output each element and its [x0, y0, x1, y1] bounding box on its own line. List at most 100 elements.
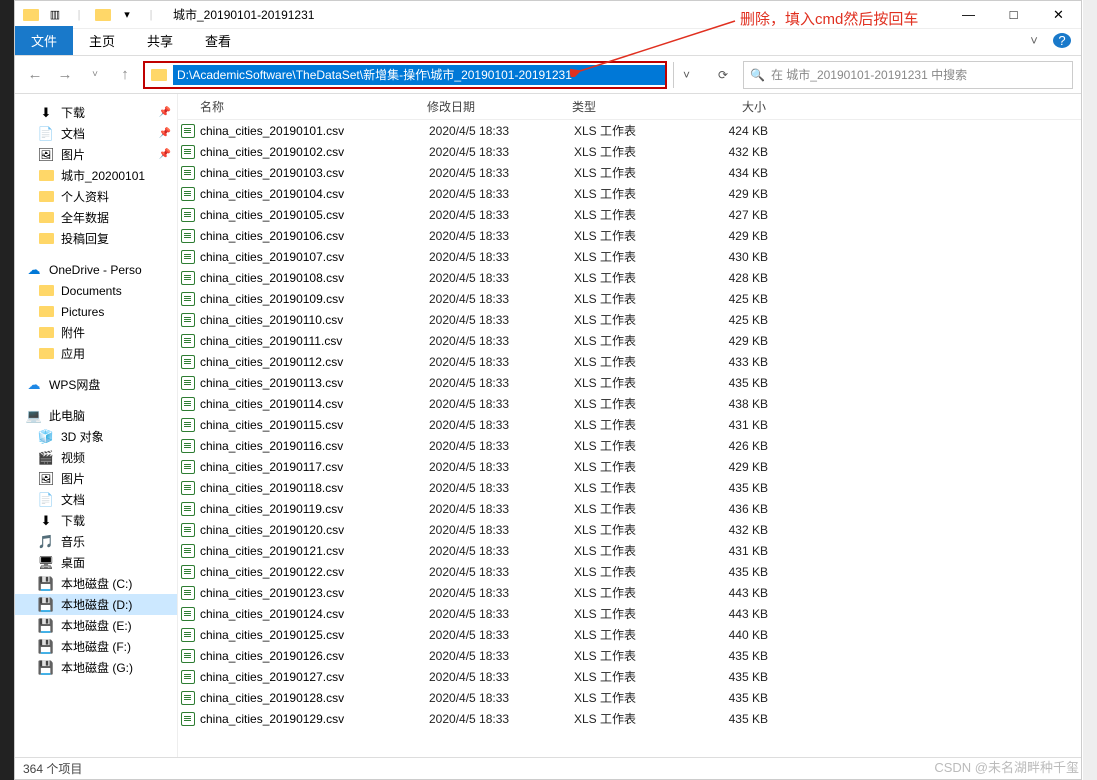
- header-date[interactable]: 修改日期: [427, 98, 572, 115]
- sidebar-item[interactable]: 个人资料: [15, 186, 177, 207]
- file-row[interactable]: china_cities_20190122.csv2020/4/5 18:33X…: [178, 561, 1081, 582]
- maximize-button[interactable]: □: [991, 1, 1036, 29]
- file-row[interactable]: china_cities_20190127.csv2020/4/5 18:33X…: [178, 666, 1081, 687]
- file-date: 2020/4/5 18:33: [429, 586, 574, 600]
- sidebar-item[interactable]: ⬇下载📌: [15, 102, 177, 123]
- search-box[interactable]: 🔍 在 城市_20190101-20191231 中搜索: [743, 61, 1073, 89]
- file-type: XLS 工作表: [574, 311, 692, 328]
- tab-view[interactable]: 查看: [189, 26, 247, 55]
- file-name: china_cities_20190104.csv: [200, 187, 429, 201]
- qat-save-icon[interactable]: ▥: [45, 5, 65, 25]
- qat-divider: |: [69, 5, 89, 25]
- onedrive-node[interactable]: ☁ OneDrive - Perso: [15, 259, 177, 280]
- sidebar-item[interactable]: 🎵音乐: [15, 531, 177, 552]
- file-row[interactable]: china_cities_20190111.csv2020/4/5 18:33X…: [178, 330, 1081, 351]
- this-pc-node[interactable]: 💻 此电脑: [15, 405, 177, 426]
- file-row[interactable]: china_cities_20190108.csv2020/4/5 18:33X…: [178, 267, 1081, 288]
- header-type[interactable]: 类型: [572, 98, 690, 115]
- tab-home[interactable]: 主页: [73, 26, 131, 55]
- file-row[interactable]: china_cities_20190118.csv2020/4/5 18:33X…: [178, 477, 1081, 498]
- qat-dropdown-icon[interactable]: ▾: [117, 5, 137, 25]
- sidebar-item[interactable]: 🎬视频: [15, 447, 177, 468]
- sidebar-item[interactable]: Pictures: [15, 301, 177, 322]
- file-row[interactable]: china_cities_20190105.csv2020/4/5 18:33X…: [178, 204, 1081, 225]
- sidebar-item[interactable]: 🖼图片: [15, 468, 177, 489]
- file-row[interactable]: china_cities_20190125.csv2020/4/5 18:33X…: [178, 624, 1081, 645]
- file-row[interactable]: china_cities_20190102.csv2020/4/5 18:33X…: [178, 141, 1081, 162]
- file-row[interactable]: china_cities_20190119.csv2020/4/5 18:33X…: [178, 498, 1081, 519]
- back-button[interactable]: ←: [23, 63, 47, 87]
- refresh-button[interactable]: ⟳: [709, 61, 737, 89]
- tab-file[interactable]: 文件: [15, 26, 73, 55]
- file-row[interactable]: china_cities_20190109.csv2020/4/5 18:33X…: [178, 288, 1081, 309]
- sidebar-item[interactable]: 📄文档📌: [15, 123, 177, 144]
- sidebar-item[interactable]: 💾本地磁盘 (C:): [15, 573, 177, 594]
- csv-icon: [180, 480, 196, 496]
- qat-folder-icon[interactable]: [93, 5, 113, 25]
- sidebar-item[interactable]: ⬇下载: [15, 510, 177, 531]
- file-row[interactable]: china_cities_20190116.csv2020/4/5 18:33X…: [178, 435, 1081, 456]
- file-date: 2020/4/5 18:33: [429, 481, 574, 495]
- sidebar-item[interactable]: 城市_20200101: [15, 165, 177, 186]
- help-icon[interactable]: ?: [1053, 33, 1071, 48]
- file-row[interactable]: china_cities_20190103.csv2020/4/5 18:33X…: [178, 162, 1081, 183]
- sidebar-item[interactable]: 投稿回复: [15, 228, 177, 249]
- file-type: XLS 工作表: [574, 206, 692, 223]
- tab-share[interactable]: 共享: [131, 26, 189, 55]
- header-name[interactable]: 名称: [178, 98, 427, 115]
- file-size: 431 KB: [692, 418, 768, 432]
- header-size[interactable]: 大小: [690, 98, 766, 115]
- csv-icon: [180, 207, 196, 223]
- recent-locations-button[interactable]: ˅: [83, 63, 107, 87]
- minimize-button[interactable]: —: [946, 1, 991, 29]
- address-input[interactable]: [173, 65, 665, 85]
- ribbon-expand-icon[interactable]: ˅: [1025, 33, 1043, 48]
- file-row[interactable]: china_cities_20190117.csv2020/4/5 18:33X…: [178, 456, 1081, 477]
- sidebar-item[interactable]: 附件: [15, 322, 177, 343]
- sidebar-item-label: 下载: [61, 512, 85, 529]
- file-row[interactable]: china_cities_20190113.csv2020/4/5 18:33X…: [178, 372, 1081, 393]
- sidebar-item[interactable]: 应用: [15, 343, 177, 364]
- file-row[interactable]: china_cities_20190129.csv2020/4/5 18:33X…: [178, 708, 1081, 729]
- item-icon: 💾: [37, 618, 55, 634]
- file-size: 440 KB: [692, 628, 768, 642]
- file-row[interactable]: china_cities_20190114.csv2020/4/5 18:33X…: [178, 393, 1081, 414]
- sidebar-item[interactable]: 📄文档: [15, 489, 177, 510]
- sidebar-item[interactable]: 🧊3D 对象: [15, 426, 177, 447]
- file-row[interactable]: china_cities_20190107.csv2020/4/5 18:33X…: [178, 246, 1081, 267]
- title-bar: ▥ | ▾ | 城市_20190101-20191231 — □ ✕: [15, 1, 1081, 29]
- sidebar-item[interactable]: 🖼图片📌: [15, 144, 177, 165]
- file-row[interactable]: china_cities_20190120.csv2020/4/5 18:33X…: [178, 519, 1081, 540]
- file-row[interactable]: china_cities_20190124.csv2020/4/5 18:33X…: [178, 603, 1081, 624]
- file-row[interactable]: china_cities_20190126.csv2020/4/5 18:33X…: [178, 645, 1081, 666]
- file-row[interactable]: china_cities_20190101.csv2020/4/5 18:33X…: [178, 120, 1081, 141]
- folder-icon: [37, 210, 55, 226]
- up-button[interactable]: ↑: [113, 63, 137, 87]
- file-name: china_cities_20190110.csv: [200, 313, 429, 327]
- file-row[interactable]: china_cities_20190112.csv2020/4/5 18:33X…: [178, 351, 1081, 372]
- file-row[interactable]: china_cities_20190128.csv2020/4/5 18:33X…: [178, 687, 1081, 708]
- file-row[interactable]: china_cities_20190106.csv2020/4/5 18:33X…: [178, 225, 1081, 246]
- sidebar-item[interactable]: 💾本地磁盘 (G:): [15, 657, 177, 678]
- file-row[interactable]: china_cities_20190104.csv2020/4/5 18:33X…: [178, 183, 1081, 204]
- csv-icon: [180, 375, 196, 391]
- sidebar-item[interactable]: 全年数据: [15, 207, 177, 228]
- file-row[interactable]: china_cities_20190115.csv2020/4/5 18:33X…: [178, 414, 1081, 435]
- sidebar-item[interactable]: 💾本地磁盘 (E:): [15, 615, 177, 636]
- address-bar-highlighted[interactable]: [143, 61, 667, 89]
- sidebar-item[interactable]: 💾本地磁盘 (F:): [15, 636, 177, 657]
- sidebar-item[interactable]: 🖥桌面: [15, 552, 177, 573]
- wps-node[interactable]: ☁ WPS网盘: [15, 374, 177, 395]
- file-date: 2020/4/5 18:33: [429, 712, 574, 726]
- address-dropdown-button[interactable]: ˅: [673, 62, 699, 88]
- sidebar-item[interactable]: 💾本地磁盘 (D:): [15, 594, 177, 615]
- file-row[interactable]: china_cities_20190121.csv2020/4/5 18:33X…: [178, 540, 1081, 561]
- file-size: 435 KB: [692, 712, 768, 726]
- file-name: china_cities_20190102.csv: [200, 145, 429, 159]
- file-row[interactable]: china_cities_20190123.csv2020/4/5 18:33X…: [178, 582, 1081, 603]
- file-date: 2020/4/5 18:33: [429, 187, 574, 201]
- forward-button[interactable]: →: [53, 63, 77, 87]
- close-button[interactable]: ✕: [1036, 1, 1081, 29]
- sidebar-item[interactable]: Documents: [15, 280, 177, 301]
- file-row[interactable]: china_cities_20190110.csv2020/4/5 18:33X…: [178, 309, 1081, 330]
